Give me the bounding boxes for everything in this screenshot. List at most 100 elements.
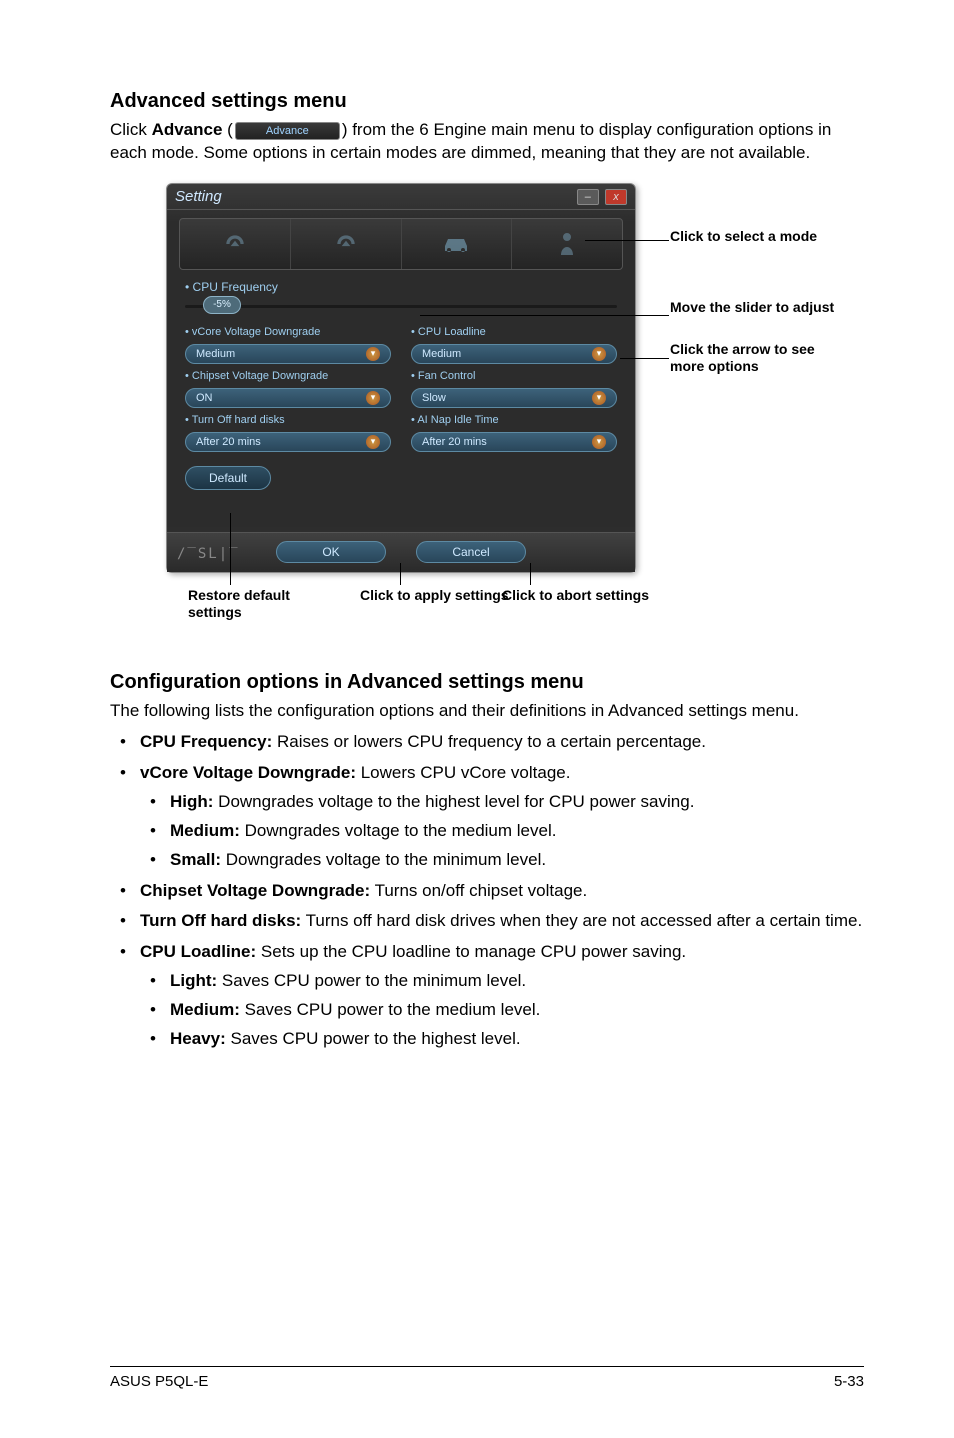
close-icon[interactable]: x <box>605 189 627 205</box>
ainap-label: • AI Nap Idle Time <box>411 414 617 426</box>
subitem-medium2: Medium: Saves CPU power to the medium le… <box>140 999 864 1022</box>
txt: AI Nap Idle Time <box>417 414 498 426</box>
callout-click-arrow: Click the arrow to see more options <box>670 341 840 376</box>
cpu-loadline-dropdown[interactable]: Medium ▾ <box>411 344 617 364</box>
vcore-dropdown[interactable]: Medium ▾ <box>185 344 391 364</box>
mode-selector[interactable] <box>179 218 623 270</box>
item-vcore: vCore Voltage Downgrade: Lowers CPU vCor… <box>110 762 864 872</box>
chevron-down-icon[interactable]: ▾ <box>592 347 606 361</box>
default-button[interactable]: Default <box>185 466 271 490</box>
mode-4[interactable] <box>512 219 622 269</box>
subitem-medium: Medium: Downgrades voltage to the medium… <box>140 820 864 843</box>
b: Turn Off hard disks: <box>140 911 301 930</box>
txt: ( <box>222 120 232 139</box>
leader-line <box>620 358 669 359</box>
window-title: Setting <box>175 188 222 205</box>
leader-line <box>420 315 669 316</box>
window-titlebar: Setting – x <box>167 184 635 210</box>
t: Downgrades voltage to the medium level. <box>240 821 557 840</box>
subitem-light: Light: Saves CPU power to the minimum le… <box>140 970 864 993</box>
txt: CPU Loadline <box>418 326 486 338</box>
b: Medium: <box>170 821 240 840</box>
chevron-down-icon[interactable]: ▾ <box>592 435 606 449</box>
fan-control-label: • Fan Control <box>411 370 617 382</box>
chevron-down-icon[interactable]: ▾ <box>592 391 606 405</box>
mode-3[interactable] <box>402 219 513 269</box>
turnoff-label: • Turn Off hard disks <box>185 414 391 426</box>
turnoff-dropdown[interactable]: After 20 mins ▾ <box>185 432 391 452</box>
txt: Click <box>110 120 152 139</box>
leader-line <box>230 513 231 585</box>
mode-2[interactable] <box>291 219 402 269</box>
ok-button[interactable]: OK <box>276 541 386 563</box>
heading-advanced-settings: Advanced settings menu <box>110 90 864 113</box>
cpu-frequency-label: • CPU Frequency <box>185 280 617 294</box>
footer-right: 5-33 <box>834 1373 864 1390</box>
loadline-sublist: Light: Saves CPU power to the minimum le… <box>140 970 864 1051</box>
item-chipset: Chipset Voltage Downgrade: Turns on/off … <box>110 880 864 903</box>
ainap-dropdown[interactable]: After 20 mins ▾ <box>411 432 617 452</box>
cpu-frequency-slider[interactable]: -5% <box>185 296 617 316</box>
callout-mode: Click to select a mode <box>670 228 840 246</box>
chipset-label: • Chipset Voltage Downgrade <box>185 370 391 382</box>
vcore-sublist: High: Downgrades voltage to the highest … <box>140 791 864 872</box>
b: Heavy: <box>170 1029 226 1048</box>
t: Lowers CPU vCore voltage. <box>356 763 570 782</box>
config-intro: The following lists the configuration op… <box>110 700 864 723</box>
advance-word: Advance <box>152 120 223 139</box>
page-footer: ASUS P5QL-E 5-33 <box>110 1366 864 1390</box>
b: High: <box>170 792 213 811</box>
t: Saves CPU power to the highest level. <box>226 1029 521 1048</box>
intro-paragraph: Click Advance (Advance) from the 6 Engin… <box>110 119 864 165</box>
slider-thumb[interactable]: -5% <box>203 296 241 314</box>
turnoff-value: After 20 mins <box>196 436 261 448</box>
callout-move-slider: Move the slider to adjust <box>670 299 840 317</box>
b: Light: <box>170 971 217 990</box>
subitem-small: Small: Downgrades voltage to the minimum… <box>140 849 864 872</box>
callout-apply: Click to apply settings <box>360 587 510 604</box>
b: CPU Frequency: <box>140 732 272 751</box>
mode-1[interactable] <box>180 219 291 269</box>
vcore-value: Medium <box>196 348 235 360</box>
t: Raises or lowers CPU frequency to a cert… <box>272 732 706 751</box>
b: Chipset Voltage Downgrade: <box>140 881 370 900</box>
leader-line <box>585 240 669 241</box>
callout-abort: Click to abort settings <box>502 587 652 604</box>
chevron-down-icon[interactable]: ▾ <box>366 435 380 449</box>
footer-left: ASUS P5QL-E <box>110 1373 208 1390</box>
t: Sets up the CPU loadline to manage CPU p… <box>256 942 686 961</box>
options-list: CPU Frequency: Raises or lowers CPU freq… <box>110 731 864 1051</box>
t: Downgrades voltage to the minimum level. <box>221 850 546 869</box>
item-cpu-loadline: CPU Loadline: Sets up the CPU loadline t… <box>110 941 864 1051</box>
vcore-label: • vCore Voltage Downgrade <box>185 326 391 338</box>
chipset-dropdown[interactable]: ON ▾ <box>185 388 391 408</box>
window-buttons: – x <box>575 187 627 205</box>
txt: vCore Voltage Downgrade <box>192 326 320 338</box>
minimize-icon[interactable]: – <box>577 189 599 205</box>
slider-track <box>185 305 617 308</box>
cancel-button[interactable]: Cancel <box>416 541 526 563</box>
cpu-frequency-label-text: CPU Frequency <box>193 280 278 294</box>
txt: Fan Control <box>418 370 475 382</box>
b: Small: <box>170 850 221 869</box>
item-turn-off-disks: Turn Off hard disks: Turns off hard disk… <box>110 910 864 933</box>
chevron-down-icon[interactable]: ▾ <box>366 391 380 405</box>
callout-restore-default: Restore default settings <box>188 587 338 621</box>
advance-inline-button: Advance <box>235 122 340 140</box>
chipset-value: ON <box>196 392 213 404</box>
t: Saves CPU power to the medium level. <box>240 1000 540 1019</box>
t: Downgrades voltage to the highest level … <box>213 792 694 811</box>
fan-value: Slow <box>422 392 446 404</box>
b: vCore Voltage Downgrade: <box>140 763 356 782</box>
chevron-down-icon[interactable]: ▾ <box>366 347 380 361</box>
subitem-high: High: Downgrades voltage to the highest … <box>140 791 864 814</box>
leader-line <box>400 563 401 585</box>
fan-dropdown[interactable]: Slow ▾ <box>411 388 617 408</box>
item-cpu-frequency: CPU Frequency: Raises or lowers CPU freq… <box>110 731 864 754</box>
gauge-icon <box>222 231 248 257</box>
person-icon <box>556 231 578 257</box>
options-grid: • vCore Voltage Downgrade • CPU Loadline… <box>185 326 617 452</box>
txt: Chipset Voltage Downgrade <box>192 370 328 382</box>
t: Turns on/off chipset voltage. <box>370 881 587 900</box>
b: CPU Loadline: <box>140 942 256 961</box>
